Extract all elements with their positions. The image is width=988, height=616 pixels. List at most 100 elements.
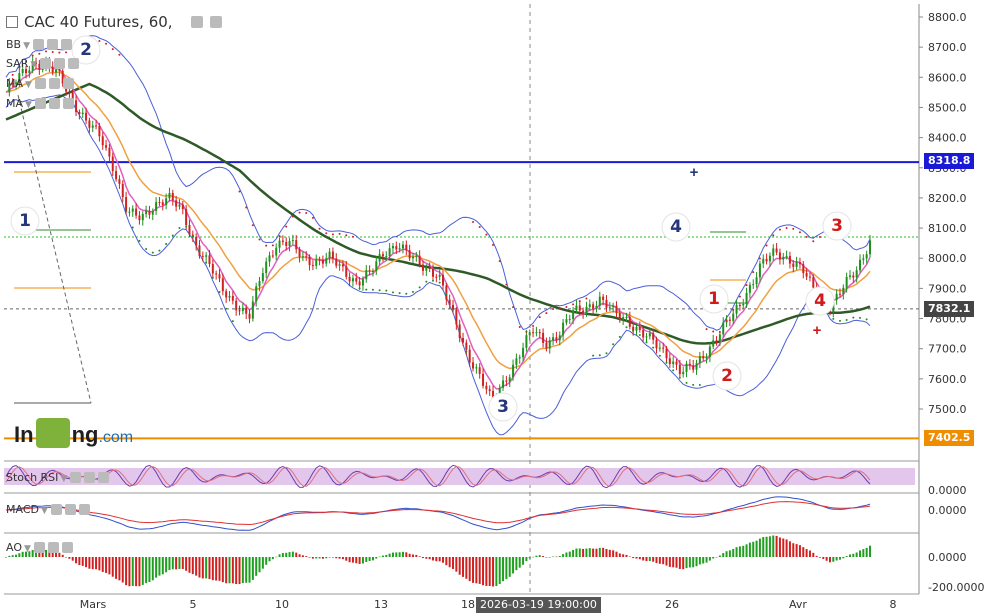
ao-bar [78,557,81,566]
candle-body [688,363,691,366]
indicator-stochrsi[interactable]: Stoch RSI ▼ [6,471,110,484]
sar-dot [625,326,628,329]
candle-body [465,342,468,350]
close-icon [68,58,80,69]
ao-bar [265,557,268,565]
ao-bar [722,553,725,557]
candle-body [215,273,218,275]
candle-body [235,300,238,311]
ao-bar [95,557,98,570]
ao-bar [258,557,261,573]
sar-dot [852,316,855,319]
candle-body [552,337,555,341]
sar-dot [745,284,748,287]
indicator-macd[interactable]: MACD ▼ [6,503,90,516]
candle-body [795,262,798,267]
candle-body [88,120,91,128]
chart-svg[interactable]: 8800.08700.08600.08500.08400.08300.08200… [0,0,988,616]
candle-body [361,279,364,286]
ao-bar [812,552,815,557]
candle-body [108,147,111,157]
indicator-ma-1[interactable]: MA ▼ [6,77,74,90]
candle-body [585,306,588,314]
bollinger-upper [5,35,871,331]
ao-bar [865,547,868,557]
candle-body [195,237,198,246]
candle-body [835,293,838,301]
ao-bar [818,557,821,558]
ao-bar [745,544,748,557]
candle-body [778,252,781,260]
sar-dot [645,341,648,344]
sar-dot [418,286,421,289]
ao-bar [215,557,218,581]
visibility-icon[interactable] [191,16,204,28]
candle-body [442,274,445,286]
candle-body [311,265,314,267]
candle-body [522,347,525,358]
sar-dot [792,227,795,230]
ao-bar [245,557,248,583]
sar-dot [225,307,228,310]
candle-body [798,262,801,265]
candle-body [602,296,605,300]
ao-bar [305,556,308,557]
sar-dot [191,235,194,238]
sar-dot [205,261,208,264]
ao-bar [75,557,78,564]
ao-bar [111,557,114,577]
candle-body [161,202,164,205]
sar-dot [758,257,761,260]
ao-bar [825,557,828,561]
candle-body [682,371,685,375]
ao-bar [455,557,458,572]
ao-bar [188,557,191,573]
sar-dot [311,216,314,219]
ao-bar [758,538,761,557]
ao-bar [535,555,538,557]
ao-bar [805,549,808,557]
indicator-ma-2[interactable]: MA ▼ [6,97,74,110]
candle-body [655,339,658,349]
settings-icon[interactable] [210,16,223,28]
candle-body [418,255,421,265]
ao-bar [532,556,535,558]
sar-dot [612,343,615,346]
candle-body [752,284,755,286]
y-tick-label: 8600.0 [928,71,967,84]
collapse-icon[interactable] [6,16,18,28]
sar-dot [765,244,768,247]
candle-body [738,305,741,307]
candle-body [395,246,398,250]
price-tag-resistance: 8318.8 [924,153,975,169]
indicator-bb[interactable]: BB ▼ [6,38,73,51]
candle-body [735,305,738,314]
ao-bar [171,557,174,570]
ao-bar [428,557,431,560]
sar-dot [291,215,294,218]
ao-bar [221,557,224,583]
ao-bar [225,557,228,584]
ao-bar [792,543,795,557]
sar-dot [772,234,775,237]
ao-bar [411,554,414,557]
wave-label-5: 1 [708,289,720,309]
price-tag-support: 7402.5 [924,430,975,446]
sar-dot [532,325,535,328]
indicator-sar[interactable]: SAR ▼ [6,57,80,70]
candle-body [642,330,645,338]
sar-dot [558,307,561,310]
indicator-ao[interactable]: AO ▼ [6,541,73,554]
candle-body [105,145,108,148]
sar-dot [638,333,641,336]
candle-body [291,240,294,242]
ao-bar [295,552,298,557]
candle-body [348,276,351,282]
candle-body [508,377,511,382]
candle-body [572,310,575,320]
ao-bar [211,557,214,581]
candle-body [131,208,134,212]
candle-body [365,270,368,280]
candle-body [138,215,141,221]
sar-dot [431,279,434,282]
